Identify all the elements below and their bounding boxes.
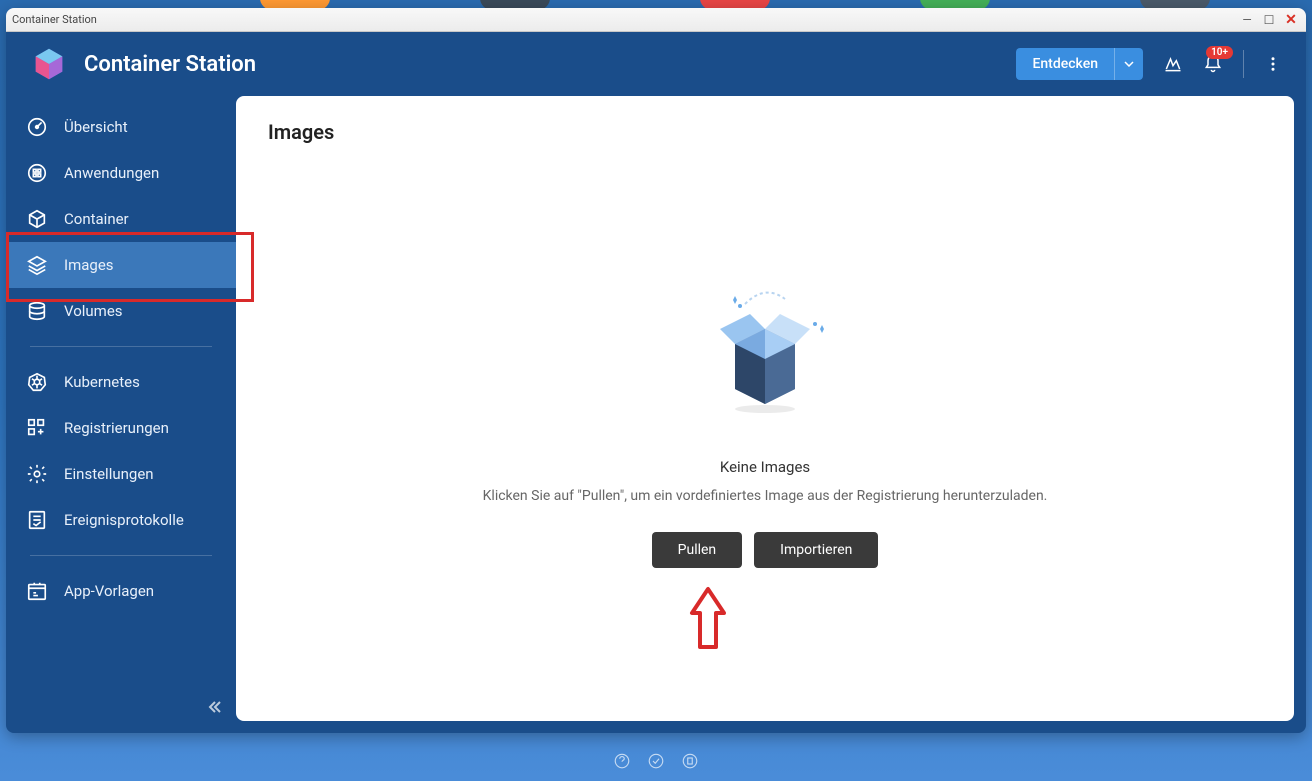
gauge-icon <box>26 116 48 138</box>
maximize-button[interactable]: ☐ <box>1260 12 1278 28</box>
apps-icon <box>26 162 48 184</box>
sidebar-item-applications[interactable]: Anwendungen <box>6 150 236 196</box>
sidebar-item-label: Kubernetes <box>64 373 140 391</box>
sidebar-item-label: Anwendungen <box>64 164 159 182</box>
sidebar-item-label: Einstellungen <box>64 465 154 483</box>
sidebar-item-label: Volumes <box>64 302 123 320</box>
app-logo-icon <box>30 45 68 83</box>
empty-state-description: Klicken Sie auf "Pullen", um ein vordefi… <box>483 488 1048 504</box>
app-title: Container Station <box>84 52 1016 77</box>
system-icon[interactable] <box>647 752 665 774</box>
template-icon <box>26 580 48 602</box>
sidebar-item-label: App-Vorlagen <box>64 582 154 600</box>
empty-box-icon <box>685 274 845 434</box>
system-icon[interactable] <box>613 752 631 774</box>
pull-button[interactable]: Pullen <box>652 532 743 568</box>
sidebar-item-settings[interactable]: Einstellungen <box>6 451 236 497</box>
sidebar-item-registries[interactable]: Registrierungen <box>6 405 236 451</box>
collapse-sidebar-button[interactable] <box>206 699 222 719</box>
discover-dropdown[interactable] <box>1115 48 1143 80</box>
layers-icon <box>26 254 48 276</box>
gear-icon <box>26 463 48 485</box>
titlebar: Container Station — ☐ ✕ <box>6 8 1306 32</box>
close-button[interactable]: ✕ <box>1282 12 1300 28</box>
minimize-button[interactable]: — <box>1238 12 1256 28</box>
sidebar-item-label: Images <box>64 256 114 274</box>
notification-icon[interactable]: 10+ <box>1203 54 1223 74</box>
log-icon <box>26 509 48 531</box>
page-title: Images <box>268 120 1262 144</box>
database-icon <box>26 300 48 322</box>
sidebar-item-container[interactable]: Container <box>6 196 236 242</box>
sidebar-item-volumes[interactable]: Volumes <box>6 288 236 334</box>
sidebar-item-label: Ereignisprotokolle <box>64 511 184 529</box>
system-bar <box>0 745 1312 781</box>
sidebar-item-kubernetes[interactable]: Kubernetes <box>6 359 236 405</box>
sidebar-item-images[interactable]: Images <box>6 242 236 288</box>
sidebar-item-label: Übersicht <box>64 118 128 136</box>
import-button[interactable]: Importieren <box>754 532 878 568</box>
main-panel: Images <box>236 96 1294 721</box>
sidebar-item-overview[interactable]: Übersicht <box>6 104 236 150</box>
sidebar-item-logs[interactable]: Ereignisprotokolle <box>6 497 236 543</box>
app-header: Container Station Entdecken 10+ <box>6 32 1306 96</box>
empty-state: Keine Images Klicken Sie auf "Pullen", u… <box>268 144 1262 697</box>
registry-icon <box>26 417 48 439</box>
system-icon[interactable] <box>681 752 699 774</box>
empty-state-title: Keine Images <box>720 458 810 476</box>
window-title: Container Station <box>12 13 1238 26</box>
more-menu-icon[interactable] <box>1264 55 1282 73</box>
sidebar-item-templates[interactable]: App-Vorlagen <box>6 568 236 614</box>
app-window: Container Station — ☐ ✕ Container Statio… <box>6 8 1306 733</box>
sidebar: Übersicht Anwendungen Container Images V… <box>6 96 236 721</box>
cube-icon <box>26 208 48 230</box>
discover-button[interactable]: Entdecken <box>1016 48 1115 80</box>
cleanup-icon[interactable] <box>1163 54 1183 74</box>
notification-badge: 10+ <box>1206 46 1233 59</box>
sidebar-item-label: Registrierungen <box>64 419 169 437</box>
kubernetes-icon <box>26 371 48 393</box>
sidebar-item-label: Container <box>64 210 129 228</box>
